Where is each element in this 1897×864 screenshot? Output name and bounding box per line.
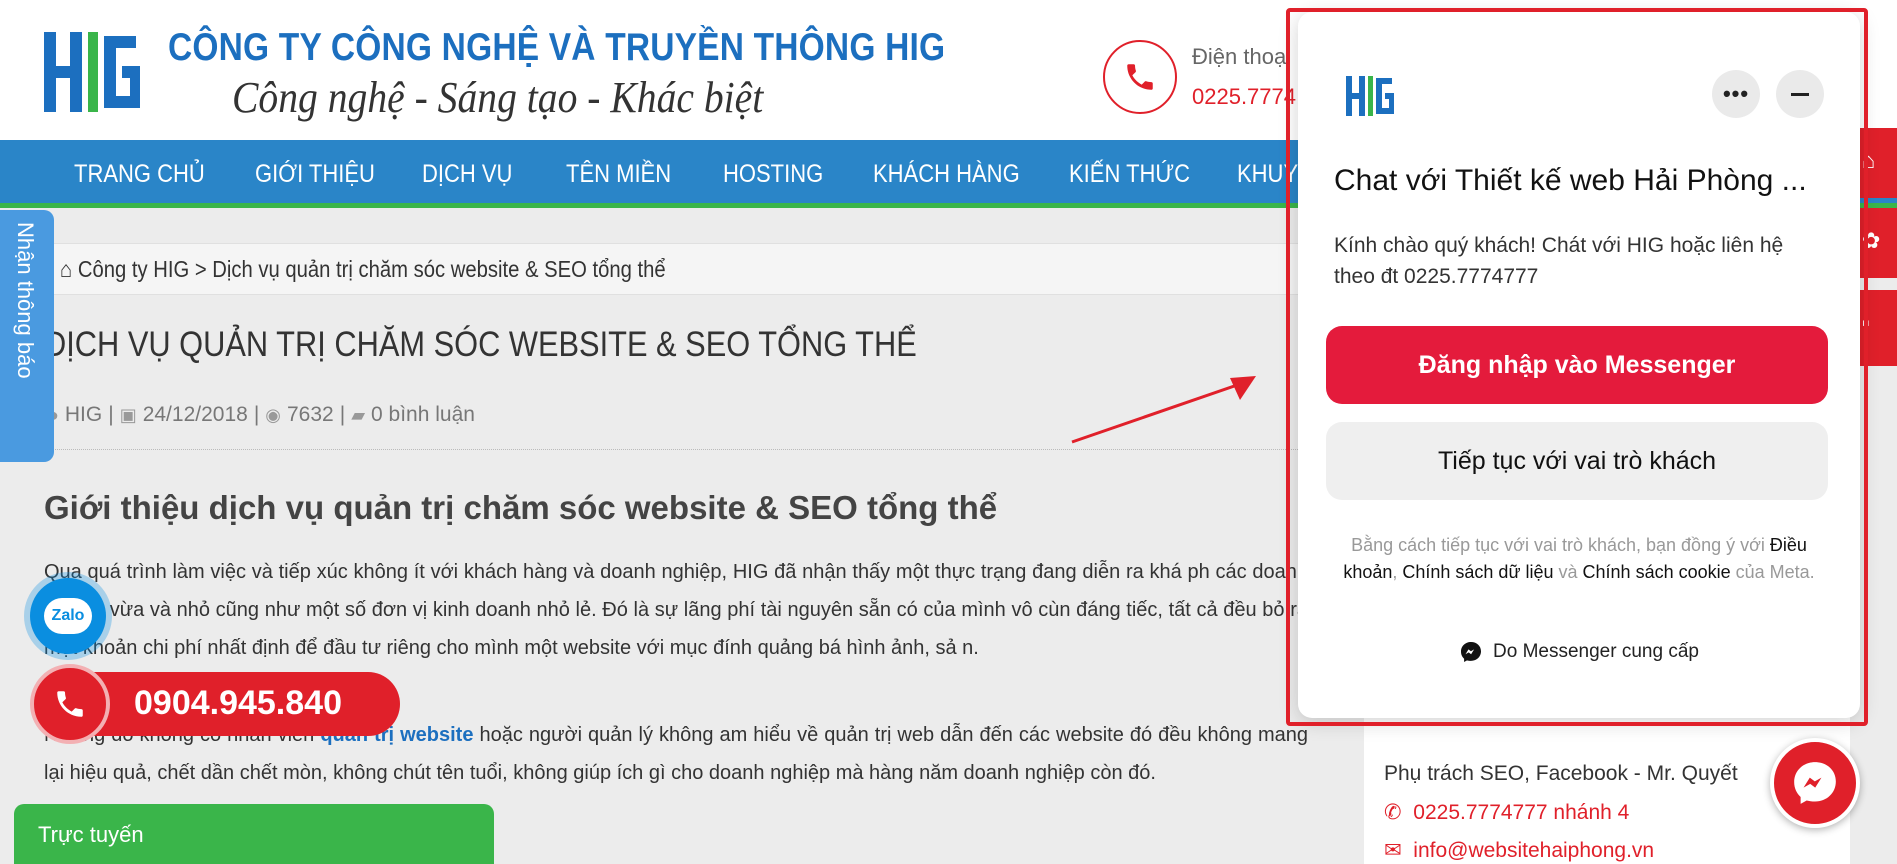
envelope-icon: ✉: [1384, 839, 1402, 862]
comment-icon: ▰: [351, 404, 366, 425]
nav-item-home[interactable]: TRANG CHỦ: [74, 160, 205, 189]
phone-icon: [1127, 64, 1153, 90]
messenger-icon: [1794, 762, 1836, 804]
nav-item-domains[interactable]: TÊN MIỀN: [566, 160, 671, 189]
meta-views: 7632: [287, 403, 334, 426]
header-phone-label: Điện thoại: [1192, 44, 1292, 69]
zalo-icon: Zalo: [44, 598, 92, 634]
hotline-number: 0904.945.840: [134, 684, 342, 722]
notification-label: Nhận thông báo: [13, 222, 38, 379]
hig-logo-icon[interactable]: [40, 22, 140, 122]
breadcrumb: ⌂ Công ty HIG > Dịch vụ quản trị chăm só…: [44, 243, 1344, 295]
page-title: DỊCH VỤ QUẢN TRỊ CHĂM SÓC WEBSITE & SEO …: [44, 325, 917, 364]
home-icon[interactable]: ⌂: [60, 256, 72, 282]
article-content: ⌂ Công ty HIG > Dịch vụ quản trị chăm só…: [0, 213, 1344, 864]
slogan: Công nghệ - Sáng tạo - Khác biệt: [232, 73, 764, 122]
nav-item-hosting[interactable]: HOSTING: [723, 160, 823, 189]
section-heading: Giới thiệu dịch vụ quản trị chăm sóc web…: [44, 489, 998, 526]
online-label: Trực tuyến: [38, 822, 144, 847]
online-chat-bar[interactable]: Trực tuyến: [14, 804, 494, 864]
messenger-chat-button[interactable]: [1770, 738, 1860, 828]
notification-tab[interactable]: Nhận thông báo: [0, 210, 54, 462]
paragraph-intro: Qua quá trình làm việc và tiếp xúc không…: [44, 561, 1308, 659]
meta-date: 24/12/2018: [142, 403, 248, 426]
nav-item-customers[interactable]: KHÁCH HÀNG: [873, 160, 1020, 189]
eye-icon: ◉: [265, 404, 281, 425]
nav-item-services[interactable]: DỊCH VỤ: [422, 160, 512, 189]
phone-icon: [30, 664, 110, 744]
meta-author: HIG: [64, 403, 103, 426]
breadcrumb-text[interactable]: ⌂ Công ty HIG > Dịch vụ quản trị chăm só…: [60, 256, 666, 283]
header-phone-button[interactable]: [1103, 40, 1177, 114]
phone-icon: ✆: [1384, 801, 1402, 824]
sidebar-email[interactable]: ✉ info@websitehaiphong.vn: [1384, 838, 1654, 863]
highlight-outline: [1286, 8, 1868, 726]
hotline-button[interactable]: 0904.945.840: [30, 664, 400, 744]
header-phone-number[interactable]: 0225.7774: [1192, 84, 1296, 110]
nav-item-knowledge[interactable]: KIẾN THỨC: [1069, 160, 1190, 189]
article-meta: ● HIG | ▣ 24/12/2018 | ◉ 7632 | ▰ 0 bình…: [48, 403, 475, 427]
zalo-button[interactable]: Zalo: [30, 578, 106, 654]
calendar-icon: ▣: [119, 404, 137, 425]
sidebar-phone[interactable]: ✆ 0225.7774777 nhánh 4: [1384, 800, 1629, 825]
nav-item-about[interactable]: GIỚI THIỆU: [255, 160, 375, 189]
meta-comments[interactable]: 0 bình luận: [371, 403, 475, 427]
company-name: CÔNG TY CÔNG NGHỆ VÀ TRUYỀN THÔNG HIG: [168, 26, 946, 69]
sidebar-seo-contact: Phụ trách SEO, Facebook - Mr. Quyết: [1384, 762, 1738, 785]
annotation-arrow: [1071, 376, 1256, 444]
